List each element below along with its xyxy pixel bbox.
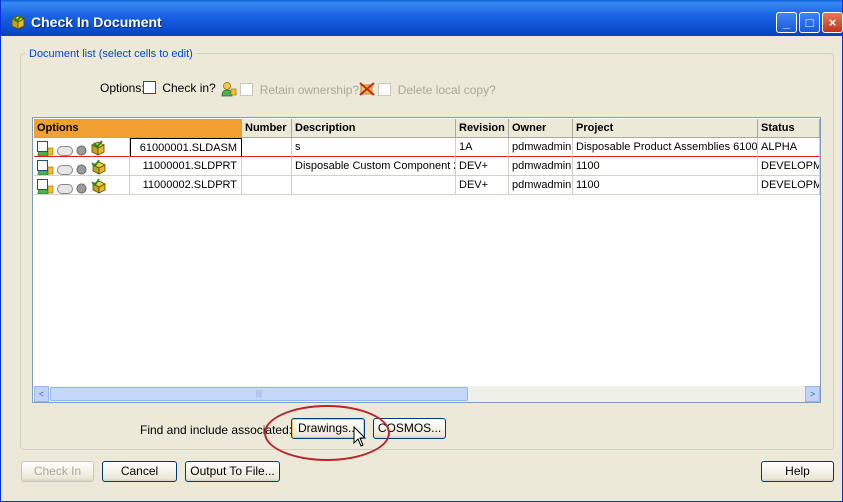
title-bar[interactable]: Check In Document _ □ ×: [1, 0, 843, 36]
document-cube-icon: [11, 14, 25, 30]
toggle-icon[interactable]: [57, 146, 74, 156]
check-in-button[interactable]: Check In: [21, 461, 94, 482]
row-options-cell: [34, 176, 130, 195]
row-revision[interactable]: DEV+: [456, 176, 509, 195]
output-to-file-button[interactable]: Output To File...: [185, 461, 280, 482]
column-header-revision[interactable]: Revision: [456, 119, 509, 138]
row-number[interactable]: [242, 157, 292, 176]
column-header-project[interactable]: Project: [573, 119, 758, 138]
column-header-status[interactable]: Status: [758, 119, 820, 138]
row-checkbox[interactable]: [37, 141, 48, 152]
row-options-cell: [34, 157, 130, 176]
retain-ownership-label: Retain ownership?: [259, 83, 360, 97]
retain-ownership-option[interactable]: Retain ownership?: [221, 81, 359, 97]
grid-header: Options Number Description Revision Owne…: [34, 119, 820, 138]
row-project[interactable]: Disposable Product Assemblies 6100: [573, 138, 758, 157]
minimize-button[interactable]: _: [776, 12, 797, 33]
row-checkbox[interactable]: [37, 179, 48, 190]
scroll-left-button[interactable]: <: [34, 386, 49, 402]
row-status[interactable]: DEVELOPME: [758, 157, 820, 176]
row-filename[interactable]: 61000001.SLDASM: [130, 138, 242, 157]
column-header-number[interactable]: Number: [242, 119, 292, 138]
user-icon: [221, 82, 237, 97]
retain-ownership-checkbox[interactable]: [240, 83, 254, 96]
table-row[interactable]: 11000001.SLDPRT Disposable Custom Compon…: [34, 157, 820, 176]
row-status[interactable]: ALPHA: [758, 138, 820, 157]
assembly-icon: [91, 140, 106, 156]
column-header-description[interactable]: Description: [292, 119, 456, 138]
part-icon: [91, 178, 107, 194]
delete-local-copy-label: Delete local copy?: [397, 83, 496, 97]
row-project[interactable]: 1100: [573, 176, 758, 195]
status-dot-icon[interactable]: [76, 164, 87, 175]
document-grid: Options Number Description Revision Owne…: [32, 117, 821, 403]
window-title: Check In Document: [31, 14, 162, 30]
scroll-thumb[interactable]: |||: [50, 387, 468, 401]
row-number[interactable]: [242, 176, 292, 195]
maximize-button[interactable]: □: [799, 12, 820, 33]
toggle-icon[interactable]: [57, 165, 74, 175]
close-button[interactable]: ×: [822, 12, 843, 33]
row-revision[interactable]: DEV+: [456, 157, 509, 176]
toggle-icon[interactable]: [57, 184, 74, 194]
delete-local-copy-checkbox[interactable]: [378, 83, 392, 96]
status-dot-icon[interactable]: [76, 145, 87, 156]
check-in-checkbox[interactable]: [143, 81, 156, 94]
row-description[interactable]: Disposable Custom Component 2: [292, 157, 456, 176]
column-header-owner[interactable]: Owner: [509, 119, 573, 138]
part-icon: [91, 159, 107, 175]
column-header-options[interactable]: Options: [34, 119, 242, 138]
row-checkbox[interactable]: [37, 160, 48, 171]
row-description[interactable]: [292, 176, 456, 195]
row-owner[interactable]: pdmwadmin: [509, 138, 573, 157]
help-button[interactable]: Help: [761, 461, 834, 482]
table-row[interactable]: 11000002.SLDPRT DEV+ pdmwadmin 1100 DEVE…: [34, 176, 820, 195]
horizontal-scrollbar[interactable]: < ||| >: [34, 386, 820, 402]
row-owner[interactable]: pdmwadmin: [509, 157, 573, 176]
check-in-dialog: Check In Document _ □ × Document list (s…: [0, 0, 843, 502]
options-label: Options:: [100, 81, 145, 95]
scroll-right-button[interactable]: >: [805, 386, 820, 402]
cancel-button[interactable]: Cancel: [102, 461, 177, 482]
delete-copy-icon: [359, 82, 375, 96]
check-in-option-label: Check in?: [162, 81, 216, 95]
row-project[interactable]: 1100: [573, 157, 758, 176]
group-label: Document list (select cells to edit): [26, 48, 196, 60]
row-description[interactable]: s: [292, 138, 456, 157]
highlight-circle: [264, 405, 390, 461]
row-owner[interactable]: pdmwadmin: [509, 176, 573, 195]
row-status[interactable]: DEVELOPME: [758, 176, 820, 195]
check-in-option[interactable]: Check in?: [143, 81, 216, 97]
row-revision[interactable]: 1A: [456, 138, 509, 157]
delete-local-copy-option[interactable]: Delete local copy?: [359, 81, 496, 97]
status-dot-icon[interactable]: [76, 183, 87, 194]
mouse-pointer-icon: [353, 426, 367, 447]
table-row[interactable]: 61000001.SLDASM s 1A pdmwadmin Disposabl…: [34, 138, 820, 157]
row-filename[interactable]: 11000001.SLDPRT: [130, 157, 242, 176]
row-options-cell: [34, 138, 130, 157]
row-number[interactable]: [242, 138, 292, 157]
row-filename[interactable]: 11000002.SLDPRT: [130, 176, 242, 195]
